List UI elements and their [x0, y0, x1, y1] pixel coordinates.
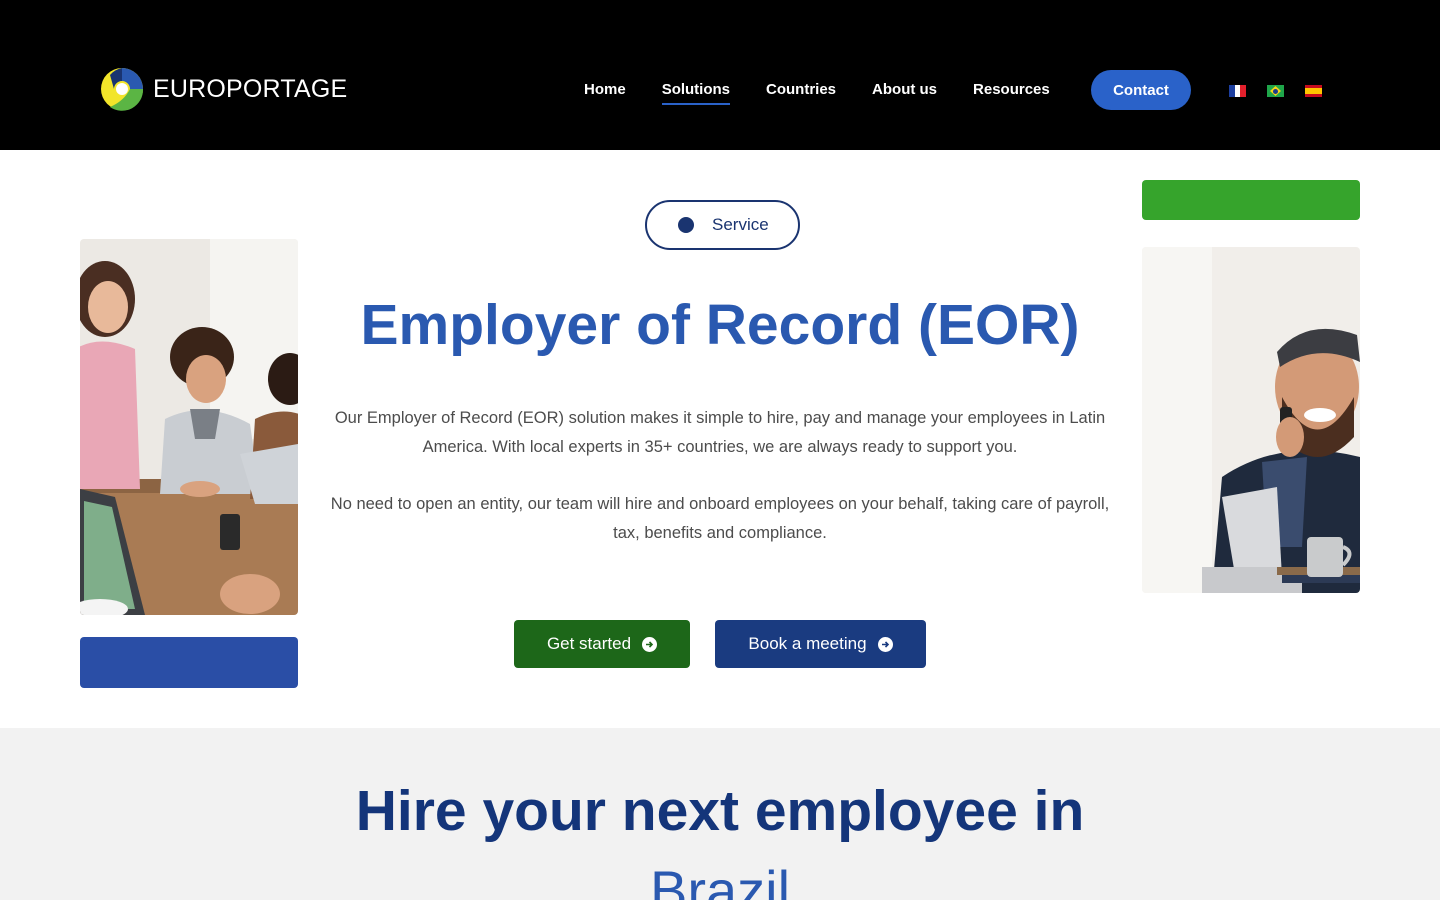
badge-dot-icon: [678, 217, 694, 233]
main-nav: Home Solutions Countries About us Resour…: [584, 79, 1050, 105]
decorative-blue-block: [80, 637, 298, 688]
brazil-flag-icon[interactable]: [1267, 85, 1284, 97]
nav-item-resources[interactable]: Resources: [973, 79, 1050, 101]
site-header: EUROPORTAGE Home Solutions Countries Abo…: [0, 0, 1440, 150]
arrow-circle-right-icon: [642, 636, 658, 652]
man-on-phone-photo: [1142, 247, 1360, 593]
hero-description-2: No need to open an entity, our team will…: [330, 495, 1110, 542]
french-flag-icon[interactable]: [1229, 85, 1246, 97]
europortage-logo-icon: [101, 68, 144, 111]
hire-heading: Hire your next employee in: [355, 779, 1085, 843]
spain-flag-icon[interactable]: [1305, 85, 1322, 97]
contact-button[interactable]: Contact: [1091, 70, 1191, 110]
nav-item-countries[interactable]: Countries: [766, 79, 836, 101]
hero-description-1: Our Employer of Record (EOR) solution ma…: [334, 409, 1106, 456]
service-badge-label: Service: [712, 215, 769, 234]
man-on-phone-illustration: [1142, 247, 1360, 593]
decorative-green-block: [1142, 180, 1360, 220]
hire-section: Hire your next employee in Brazil: [0, 728, 1440, 900]
book-a-meeting-label: Book a meeting: [748, 634, 867, 653]
team-meeting-illustration: [80, 239, 298, 615]
arrow-circle-right-icon: [877, 636, 893, 652]
nav-item-solutions[interactable]: Solutions: [661, 79, 731, 105]
service-badge: Service: [645, 200, 800, 250]
logo-link[interactable]: EUROPORTAGE: [100, 67, 347, 111]
team-meeting-photo: [80, 239, 298, 615]
book-a-meeting-button[interactable]: Book a meeting: [715, 620, 926, 668]
page-title: Employer of Record (EOR): [360, 293, 1080, 357]
nav-item-about-us[interactable]: About us: [872, 79, 937, 101]
hire-country-rotator: Brazil: [649, 859, 791, 900]
nav-item-home[interactable]: Home: [584, 79, 626, 101]
get-started-button[interactable]: Get started: [514, 620, 690, 668]
language-switcher: [1229, 85, 1343, 97]
get-started-label: Get started: [546, 634, 632, 653]
brand-name: EUROPORTAGE: [153, 74, 348, 103]
